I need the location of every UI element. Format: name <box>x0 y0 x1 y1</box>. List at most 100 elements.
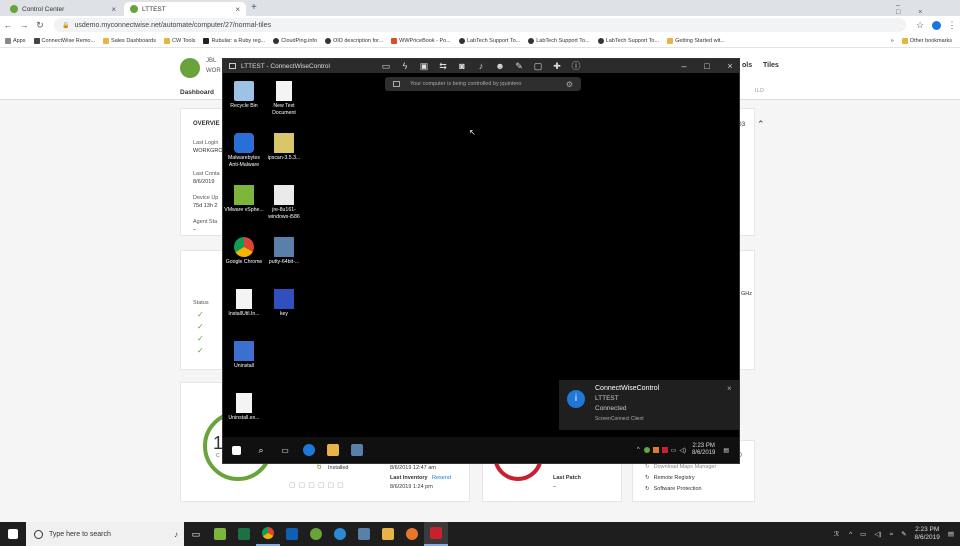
desktop-icon-new-text-document[interactable]: New Text Document <box>264 81 304 117</box>
firefox-icon[interactable] <box>400 522 424 546</box>
close-button[interactable]: × <box>725 61 735 71</box>
transfer-icon[interactable]: ⇆ <box>438 61 448 71</box>
toolbox-icon[interactable]: ▣ <box>419 61 429 71</box>
microphone-icon[interactable]: ♪ <box>174 530 178 539</box>
pen-icon[interactable]: ✎ <box>514 61 524 71</box>
close-icon[interactable]: × <box>727 384 732 393</box>
bookmark-item[interactable]: WWPriceBook - Po... <box>391 37 451 44</box>
chat-icon[interactable]: ▢ <box>533 61 543 71</box>
excel-icon[interactable] <box>232 522 256 546</box>
notification-icon[interactable]: ▤ <box>723 447 729 454</box>
maximize-button[interactable]: □ <box>702 61 712 71</box>
notepad-icon[interactable] <box>208 522 232 546</box>
camera-icon[interactable]: ◙ <box>457 61 467 71</box>
tab-control-center[interactable]: Control Center × <box>4 2 122 16</box>
desktop-icon-recycle-bin[interactable]: Recycle Bin <box>224 81 264 110</box>
bookmark-item[interactable]: CloudPing.info <box>273 37 317 44</box>
desktop-icon-key[interactable]: key <box>264 289 304 318</box>
action-remote-registry[interactable]: ↻ Remote Registry <box>645 475 695 481</box>
desktop-icon-ipscan[interactable]: ipscan-3.5.3... <box>264 133 304 162</box>
chevron-up-icon[interactable]: ^ <box>849 531 852 538</box>
monitor-icon[interactable]: ▭ <box>381 61 391 71</box>
nav-tools[interactable]: ols <box>742 62 752 69</box>
wifi-icon[interactable]: ≈ <box>890 531 894 538</box>
people-icon[interactable]: ℛ <box>834 530 839 538</box>
desktop-icon-malwarebytes[interactable]: Malwarebytes Anti-Malware <box>224 133 264 169</box>
desktop-icon-installutil[interactable]: InstallUtil.In... <box>224 289 264 318</box>
bookmark-item[interactable]: Sales Dashboards <box>103 37 156 44</box>
microphone-icon[interactable]: ♪ <box>476 61 486 71</box>
windows-start-icon[interactable] <box>223 438 249 462</box>
search-icon[interactable]: ⌕ <box>249 438 273 462</box>
profile-icon[interactable] <box>928 20 944 30</box>
nav-dashboard[interactable]: Dashboard <box>180 89 214 96</box>
reload-icon[interactable]: ↻ <box>32 20 48 31</box>
terminal-icon[interactable] <box>352 522 376 546</box>
task-view-icon[interactable]: ▭ <box>273 438 297 462</box>
tab-lttest[interactable]: LTTEST × <box>124 2 246 16</box>
network-icon[interactable]: ▭ <box>671 447 677 454</box>
star-icon[interactable]: ☆ <box>912 20 928 31</box>
volume-icon[interactable]: ◁) <box>679 447 686 454</box>
bookmarks-overflow[interactable]: » <box>891 38 894 44</box>
connected-toast[interactable]: i ConnectWiseControl LTTEST Connected Sc… <box>559 380 739 430</box>
new-tab-button[interactable]: + <box>251 2 257 13</box>
menu-icon[interactable]: ⋮ <box>944 20 960 31</box>
bookmark-item[interactable]: Getting Started wit... <box>667 37 725 44</box>
desktop-icon-jre[interactable]: jre-8u161-windows-i586 <box>264 185 304 221</box>
remote-session-icon[interactable] <box>424 522 448 546</box>
chrome-icon[interactable] <box>256 522 280 546</box>
network-app-icon[interactable] <box>345 438 369 462</box>
connectwise-automate-icon[interactable] <box>304 522 328 546</box>
resend-link[interactable]: Resend <box>432 475 451 481</box>
volume-icon[interactable]: ◁) <box>874 530 881 538</box>
desktop-icon-uninstall[interactable]: Uninstall <box>224 341 264 370</box>
forward-icon[interactable]: → <box>16 20 32 30</box>
action-software-protection[interactable]: ↻ Software Protection <box>645 486 702 492</box>
taskbar-search[interactable]: Type here to search ♪ <box>26 522 184 546</box>
tray-app-icon[interactable] <box>652 447 659 453</box>
action-center-icon[interactable]: ▤ <box>948 530 954 538</box>
desktop-icon-uninstall-exe[interactable]: Uninstall.ex... <box>224 393 264 422</box>
system-clock[interactable]: 2:23 PM 8/6/2019 <box>915 526 940 542</box>
windows-start-icon[interactable] <box>0 522 26 546</box>
lightning-icon[interactable]: ϟ <box>400 61 410 71</box>
desktop-icon-vmware[interactable]: VMware vSphe... <box>224 185 264 214</box>
file-explorer-icon[interactable] <box>376 522 400 546</box>
bookmark-item[interactable]: Apps <box>5 37 26 44</box>
pen-icon[interactable]: ✎ <box>901 530 906 538</box>
outlook-icon[interactable] <box>280 522 304 546</box>
task-view-icon[interactable]: ▭ <box>184 522 208 546</box>
participants-icon[interactable]: ☻ <box>495 61 505 71</box>
bookmark-item[interactable]: LabTech Support To... <box>597 37 659 44</box>
chevron-up-icon[interactable]: ^ <box>637 447 640 453</box>
close-icon[interactable]: × <box>235 5 240 14</box>
bookmark-item[interactable]: CW Tools <box>164 37 195 44</box>
battery-icon[interactable]: ▭ <box>860 530 866 538</box>
close-icon[interactable]: × <box>111 5 116 14</box>
plus-icon[interactable]: ✚ <box>552 61 562 71</box>
gear-icon[interactable] <box>643 447 650 453</box>
bookmark-item[interactable]: ConnectWise Remo... <box>33 37 95 44</box>
info-icon[interactable]: ⓘ <box>571 61 581 71</box>
action-download-maps[interactable]: ↻ Download Maps Manager <box>645 464 716 470</box>
software-action-icons[interactable]: ▢▢▢▢▢▢ <box>289 481 347 489</box>
file-explorer-icon[interactable] <box>321 438 345 462</box>
back-icon[interactable]: ← <box>0 20 16 30</box>
desktop-icon-chrome[interactable]: Google Chrome <box>224 237 264 266</box>
nav-tiles[interactable]: Tiles <box>763 62 779 69</box>
window-controls[interactable]: –□× <box>896 2 960 16</box>
remote-clock[interactable]: 2:23 PM 8/6/2019 <box>692 443 715 457</box>
edge-icon[interactable] <box>297 438 321 462</box>
bookmark-item[interactable]: LabTech Support To... <box>528 37 590 44</box>
minimize-button[interactable]: – <box>679 61 689 71</box>
connectwise-control-icon[interactable] <box>328 522 352 546</box>
bookmark-item[interactable]: OID description for... <box>325 37 383 44</box>
collapse-icon[interactable]: ⌃ <box>757 119 765 130</box>
connectwise-control-window[interactable]: LTTEST - ConnectWiseControl ▭ ϟ ▣ ⇆ ◙ ♪ … <box>222 58 740 464</box>
address-bar[interactable]: 🔒 usdemo.myconnectwise.net/automate/comp… <box>54 18 906 32</box>
other-bookmarks[interactable]: Other bookmarks <box>901 37 952 44</box>
settings-gear-icon[interactable]: ⚙ <box>566 80 573 89</box>
tray-app-icon[interactable] <box>661 447 668 453</box>
desktop-icon-putty[interactable]: putty-64bit-... <box>264 237 304 266</box>
